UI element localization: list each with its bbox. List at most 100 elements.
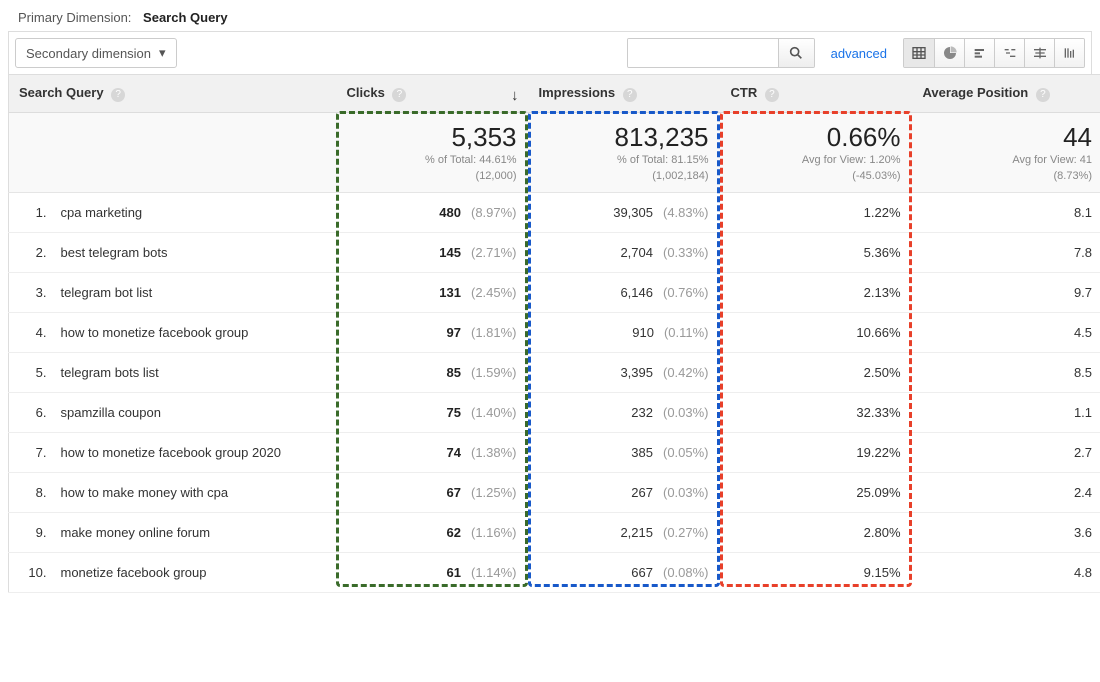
impressions-cell: 39,305(4.83%) <box>529 192 721 232</box>
clicks-cell: 61(1.14%) <box>337 552 529 592</box>
table-icon <box>911 45 927 61</box>
position-cell: 7.8 <box>913 232 1100 272</box>
search-button[interactable] <box>778 39 814 67</box>
row-index: 6. <box>9 392 49 432</box>
row-index: 9. <box>9 512 49 552</box>
secondary-dimension-dropdown[interactable]: Secondary dimension ▾ <box>15 38 177 68</box>
clicks-cell: 85(1.59%) <box>337 352 529 392</box>
query-cell[interactable]: spamzilla coupon <box>49 392 337 432</box>
impressions-cell: 267(0.03%) <box>529 472 721 512</box>
table-row[interactable]: 10.monetize facebook group61(1.14%)667(0… <box>9 552 1100 592</box>
impressions-cell: 2,704(0.33%) <box>529 232 721 272</box>
summary-position: 44 Avg for View: 41(8.73%) <box>913 112 1100 192</box>
primary-dimension-label: Primary Dimension: <box>18 10 131 25</box>
search-box <box>627 38 815 68</box>
impressions-cell: 385(0.05%) <box>529 432 721 472</box>
view-pivot-button[interactable] <box>1054 39 1084 67</box>
report-table: Search Query ? Clicks ? ↓ Impressions ? … <box>8 74 1100 593</box>
view-table-button[interactable] <box>904 39 934 67</box>
ctr-cell: 10.66% <box>721 312 913 352</box>
col-header-ctr[interactable]: CTR ? <box>721 75 913 113</box>
ctr-cell: 32.33% <box>721 392 913 432</box>
table-row[interactable]: 2.best telegram bots145(2.71%)2,704(0.33… <box>9 232 1100 272</box>
view-pie-button[interactable] <box>934 39 964 67</box>
pivot-icon <box>1062 45 1078 61</box>
table-row[interactable]: 6.spamzilla coupon75(1.40%)232(0.03%)32.… <box>9 392 1100 432</box>
query-cell[interactable]: monetize facebook group <box>49 552 337 592</box>
help-icon[interactable]: ? <box>111 88 125 102</box>
query-cell[interactable]: how to monetize facebook group <box>49 312 337 352</box>
query-cell[interactable]: how to monetize facebook group 2020 <box>49 432 337 472</box>
help-icon[interactable]: ? <box>765 88 779 102</box>
ctr-cell: 19.22% <box>721 432 913 472</box>
help-icon[interactable]: ? <box>392 88 406 102</box>
col-header-query[interactable]: Search Query ? <box>9 75 337 113</box>
cloud-icon <box>1032 45 1048 61</box>
table-row[interactable]: 1.cpa marketing480(8.97%)39,305(4.83%)1.… <box>9 192 1100 232</box>
ctr-cell: 1.22% <box>721 192 913 232</box>
clicks-cell: 131(2.45%) <box>337 272 529 312</box>
clicks-cell: 97(1.81%) <box>337 312 529 352</box>
query-cell[interactable]: cpa marketing <box>49 192 337 232</box>
search-icon <box>788 45 804 61</box>
row-index: 1. <box>9 192 49 232</box>
impressions-cell: 2,215(0.27%) <box>529 512 721 552</box>
comparison-icon <box>1002 45 1018 61</box>
pie-icon <box>942 45 958 61</box>
table-row[interactable]: 7.how to monetize facebook group 202074(… <box>9 432 1100 472</box>
position-cell: 3.6 <box>913 512 1100 552</box>
primary-dimension: Primary Dimension: Search Query <box>8 4 1092 31</box>
help-icon[interactable]: ? <box>1036 88 1050 102</box>
view-bar-button[interactable] <box>964 39 994 67</box>
impressions-cell: 667(0.08%) <box>529 552 721 592</box>
summary-row: 5,353 % of Total: 44.61%(12,000) 813,235… <box>9 112 1100 192</box>
table-row[interactable]: 9.make money online forum62(1.16%)2,215(… <box>9 512 1100 552</box>
col-header-impressions[interactable]: Impressions ? <box>529 75 721 113</box>
chevron-down-icon: ▾ <box>159 45 166 61</box>
clicks-cell: 74(1.38%) <box>337 432 529 472</box>
position-cell: 4.5 <box>913 312 1100 352</box>
table-row[interactable]: 4.how to monetize facebook group97(1.81%… <box>9 312 1100 352</box>
summary-ctr: 0.66% Avg for View: 1.20%(-45.03%) <box>721 112 913 192</box>
position-cell: 2.7 <box>913 432 1100 472</box>
position-cell: 8.1 <box>913 192 1100 232</box>
impressions-cell: 232(0.03%) <box>529 392 721 432</box>
primary-dimension-value[interactable]: Search Query <box>143 10 228 25</box>
ctr-cell: 9.15% <box>721 552 913 592</box>
ctr-cell: 2.50% <box>721 352 913 392</box>
summary-impressions: 813,235 % of Total: 81.15%(1,002,184) <box>529 112 721 192</box>
row-index: 2. <box>9 232 49 272</box>
col-header-clicks[interactable]: Clicks ? ↓ <box>337 75 529 113</box>
position-cell: 2.4 <box>913 472 1100 512</box>
sort-desc-icon: ↓ <box>511 87 519 104</box>
query-cell[interactable]: telegram bot list <box>49 272 337 312</box>
ctr-cell: 25.09% <box>721 472 913 512</box>
query-cell[interactable]: how to make money with cpa <box>49 472 337 512</box>
help-icon[interactable]: ? <box>623 88 637 102</box>
ctr-cell: 2.80% <box>721 512 913 552</box>
row-index: 3. <box>9 272 49 312</box>
ctr-cell: 2.13% <box>721 272 913 312</box>
view-comparison-button[interactable] <box>994 39 1024 67</box>
position-cell: 4.8 <box>913 552 1100 592</box>
toolbar: Secondary dimension ▾ advanced <box>8 31 1092 74</box>
table-row[interactable]: 5.telegram bots list85(1.59%)3,395(0.42%… <box>9 352 1100 392</box>
row-index: 4. <box>9 312 49 352</box>
row-index: 7. <box>9 432 49 472</box>
search-input[interactable] <box>628 39 778 67</box>
position-cell: 9.7 <box>913 272 1100 312</box>
query-cell[interactable]: telegram bots list <box>49 352 337 392</box>
impressions-cell: 6,146(0.76%) <box>529 272 721 312</box>
col-header-position[interactable]: Average Position ? <box>913 75 1100 113</box>
secondary-dimension-label: Secondary dimension <box>26 46 151 61</box>
clicks-cell: 480(8.97%) <box>337 192 529 232</box>
query-cell[interactable]: make money online forum <box>49 512 337 552</box>
query-cell[interactable]: best telegram bots <box>49 232 337 272</box>
table-row[interactable]: 3.telegram bot list131(2.45%)6,146(0.76%… <box>9 272 1100 312</box>
advanced-link[interactable]: advanced <box>823 46 895 61</box>
view-term-cloud-button[interactable] <box>1024 39 1054 67</box>
bar-icon <box>972 45 988 61</box>
table-row[interactable]: 8.how to make money with cpa67(1.25%)267… <box>9 472 1100 512</box>
position-cell: 8.5 <box>913 352 1100 392</box>
row-index: 8. <box>9 472 49 512</box>
